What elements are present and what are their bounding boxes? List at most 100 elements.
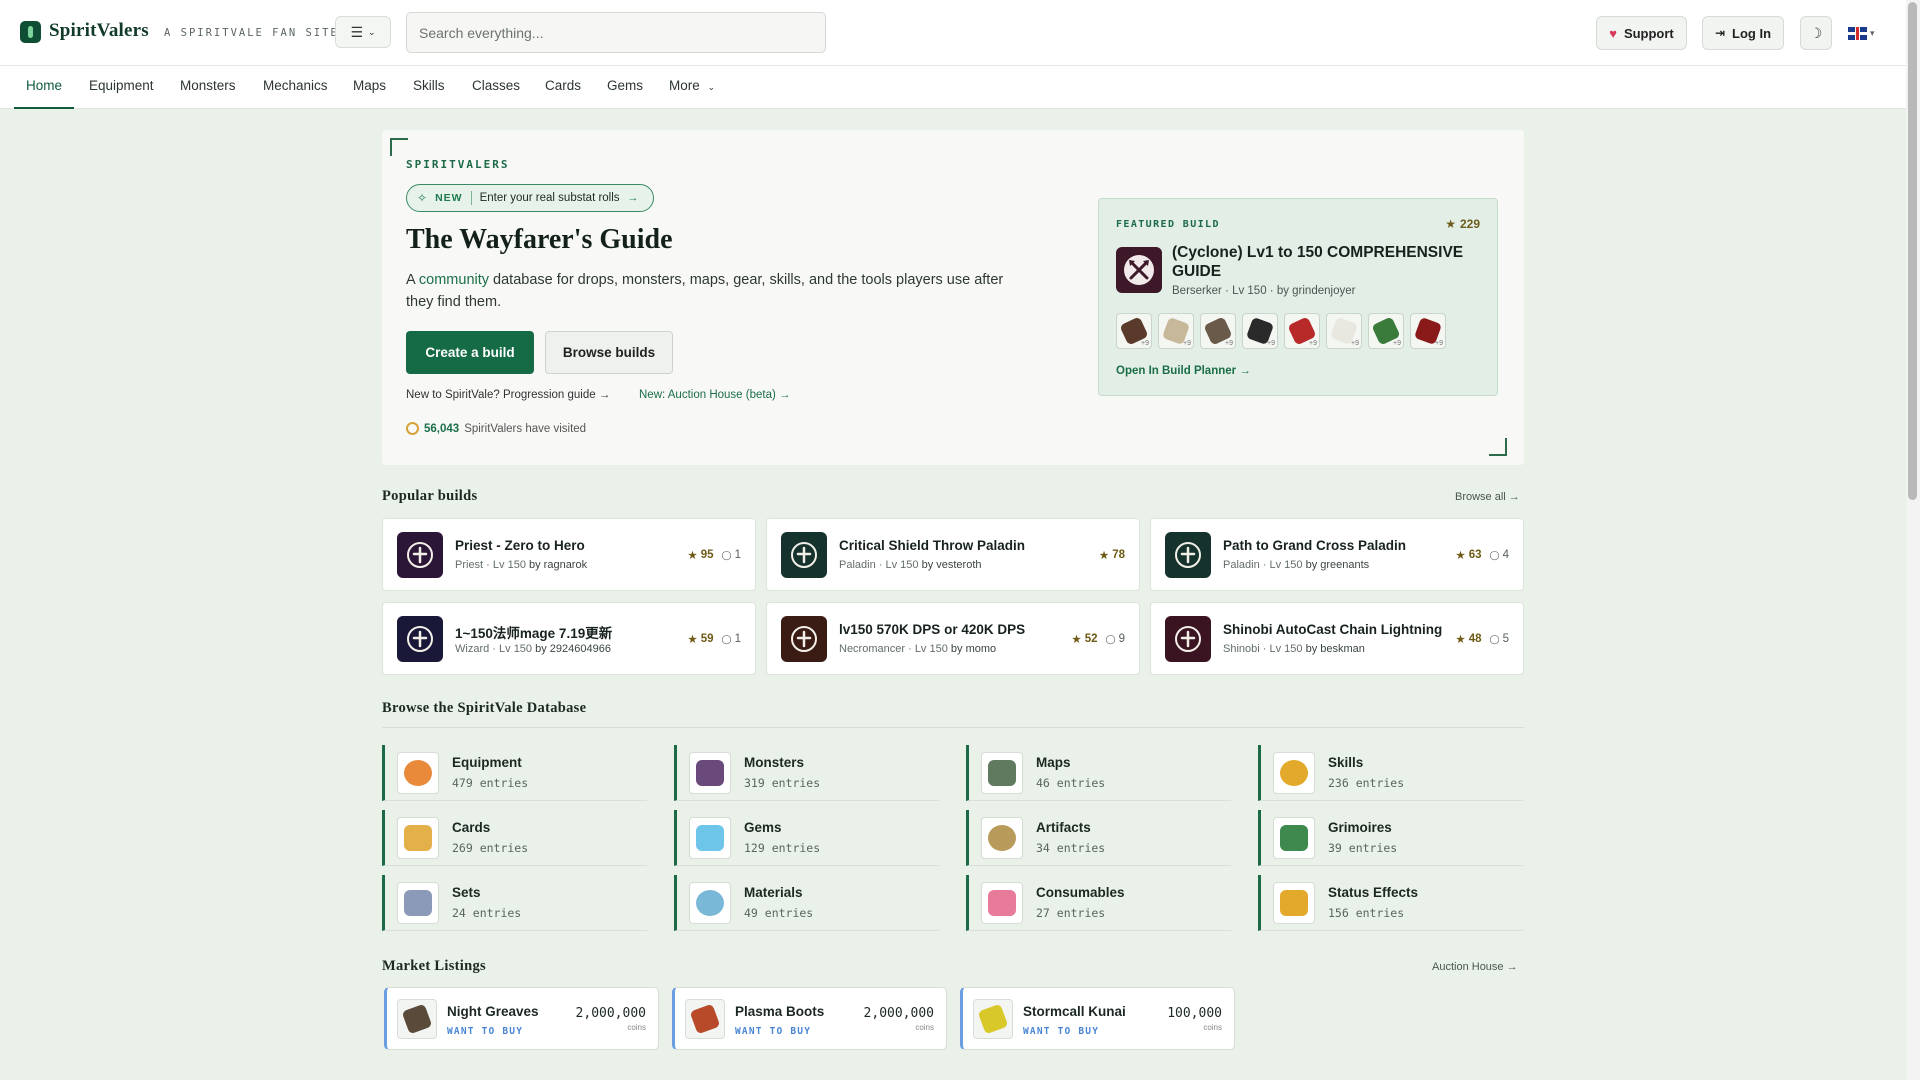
market-listing-card[interactable]: Plasma Boots WANT TO BUY 2,000,000 coins: [672, 987, 947, 1050]
build-author[interactable]: by ragnarok: [529, 559, 587, 571]
greaves-icon: [397, 999, 437, 1039]
build-level: Lv 150: [492, 559, 526, 571]
build-author[interactable]: by 2924604966: [535, 643, 611, 655]
nav-maps[interactable]: Maps: [353, 66, 386, 109]
site-logo-text[interactable]: SpiritValers: [49, 20, 149, 42]
nav-gems[interactable]: Gems: [607, 66, 643, 109]
wand-icon: [397, 616, 443, 662]
build-title[interactable]: Path to Grand Cross Paladin: [1223, 538, 1451, 553]
category-name: Status Effects: [1328, 885, 1419, 900]
build-class: Wizard: [455, 643, 490, 655]
featured-build-meta: Berserker · Lv 150 · by grindenjoyer: [1172, 285, 1356, 297]
nav-cards[interactable]: Cards: [545, 66, 581, 109]
browse-all-link[interactable]: Browse all →: [1455, 491, 1520, 503]
nav-classes[interactable]: Classes: [472, 66, 520, 109]
star-count: 48: [1468, 633, 1482, 645]
gear-slot[interactable]: +9: [1410, 313, 1446, 349]
login-button[interactable]: ⇥ Log In: [1702, 16, 1784, 50]
listing-price-unit: coins: [915, 1023, 934, 1032]
theme-toggle-button[interactable]: ☽: [1800, 16, 1832, 50]
build-author[interactable]: by vesteroth: [922, 559, 982, 571]
database-category-equipment[interactable]: Equipment 479 entries: [382, 745, 647, 801]
gear-slot[interactable]: +9: [1284, 313, 1320, 349]
build-card[interactable]: Shinobi AutoCast Chain Lightning Shinobi …: [1150, 602, 1524, 675]
build-card[interactable]: Priest - Zero to Hero Priest · Lv 150 by …: [382, 518, 756, 591]
category-count: 269 entries: [452, 841, 529, 855]
crossed-blades-icon: [1165, 616, 1211, 662]
nav-mechanics[interactable]: Mechanics: [263, 66, 328, 109]
build-title[interactable]: lv150 570K DPS or 420K DPS: [839, 622, 1067, 637]
database-category-status-effects[interactable]: Status Effects 156 entries: [1258, 875, 1523, 931]
database-category-monsters[interactable]: Monsters 319 entries: [674, 745, 939, 801]
star-icon: ★: [1445, 217, 1456, 231]
gear-slot[interactable]: +9: [1326, 313, 1362, 349]
gem-icon: [689, 817, 731, 859]
browse-builds-button[interactable]: Browse builds: [545, 331, 673, 374]
database-category-grimoires[interactable]: Grimoires 39 entries: [1258, 810, 1523, 866]
gear-slot[interactable]: +9: [1158, 313, 1194, 349]
desc-suffix: database for drops, monsters, maps, gear…: [406, 272, 1004, 310]
build-card[interactable]: Critical Shield Throw Paladin Paladin · L…: [766, 518, 1140, 591]
search-input[interactable]: [406, 12, 826, 53]
database-category-consumables[interactable]: Consumables 27 entries: [966, 875, 1231, 931]
build-author[interactable]: by beskman: [1306, 643, 1365, 655]
hamburger-icon: ☰: [350, 23, 363, 40]
support-button[interactable]: ♥ Support: [1596, 16, 1687, 50]
market-listing-card[interactable]: Night Greaves WANT TO BUY 2,000,000 coins: [384, 987, 659, 1050]
armor-set-icon-shape: [404, 890, 432, 916]
boots-icon: [685, 999, 725, 1039]
gear-slot[interactable]: +9: [1242, 313, 1278, 349]
logo-icon[interactable]: [20, 21, 41, 43]
upgrade-plus-icon: +9: [1225, 340, 1233, 347]
build-title[interactable]: 1~150法师mage 7.19更新: [455, 622, 683, 642]
menu-button[interactable]: ☰ ⌄: [335, 16, 391, 48]
build-author[interactable]: by momo: [951, 643, 996, 655]
build-title[interactable]: Shinobi AutoCast Chain Lightning: [1223, 622, 1451, 637]
database-category-artifacts[interactable]: Artifacts 34 entries: [966, 810, 1231, 866]
auction-house-link[interactable]: New: Auction House (beta) →: [639, 389, 791, 401]
nav-monsters[interactable]: Monsters: [180, 66, 236, 109]
build-card[interactable]: 1~150法师mage 7.19更新 Wizard · Lv 150 by 292…: [382, 602, 756, 675]
build-class: Necromancer: [839, 643, 906, 655]
build-author[interactable]: by greenants: [1306, 559, 1370, 571]
scrollbar-thumb[interactable]: [1908, 2, 1917, 500]
featured-build-title[interactable]: (Cyclone) Lv1 to 150 COMPREHENSIVE GUIDE: [1172, 243, 1482, 281]
comment-count: 9: [1118, 633, 1125, 645]
uk-flag-icon: [1848, 26, 1867, 40]
category-name: Maps: [1036, 755, 1071, 770]
chevron-down-icon: ⌄: [707, 82, 716, 92]
gear-slot[interactable]: +9: [1116, 313, 1152, 349]
database-category-gems[interactable]: Gems 129 entries: [674, 810, 939, 866]
database-category-materials[interactable]: Materials 49 entries: [674, 875, 939, 931]
featured-build-card[interactable]: FEATURED BUILD ★ 229 (Cyclone) Lv1 to 15…: [1098, 198, 1498, 396]
create-build-button[interactable]: Create a build: [406, 331, 534, 374]
build-title[interactable]: Priest - Zero to Hero: [455, 538, 683, 553]
database-category-sets[interactable]: Sets 24 entries: [382, 875, 647, 931]
build-card[interactable]: Path to Grand Cross Paladin Paladin · Lv …: [1150, 518, 1524, 591]
progression-guide-link[interactable]: New to SpiritVale? Progression guide →: [406, 389, 610, 401]
community-link[interactable]: community: [419, 272, 489, 288]
featured-build-gear: +9 +9 +9 +9 +9 +9 +9 +9: [1116, 313, 1446, 349]
database-category-skills[interactable]: Skills 236 entries: [1258, 745, 1523, 801]
gear-slot[interactable]: +9: [1200, 313, 1236, 349]
build-comments: ◯ 4: [1490, 549, 1509, 561]
star-icon: ★: [1455, 634, 1466, 646]
nav-skills[interactable]: Skills: [413, 66, 445, 109]
database-category-maps[interactable]: Maps 46 entries: [966, 745, 1231, 801]
nav-more[interactable]: More ⌄: [669, 66, 715, 109]
category-name: Monsters: [744, 755, 805, 770]
nav-equipment[interactable]: Equipment: [89, 66, 154, 109]
build-stats: ★ 48 ◯ 5: [1455, 632, 1509, 646]
new-feature-pill[interactable]: ✧ NEW Enter your real substat rolls →: [406, 184, 654, 212]
database-divider: [382, 727, 1524, 728]
gear-slot[interactable]: +9: [1368, 313, 1404, 349]
build-card[interactable]: lv150 570K DPS or 420K DPS Necromancer · …: [766, 602, 1140, 675]
nav-home[interactable]: Home: [14, 66, 75, 109]
database-category-cards[interactable]: Cards 269 entries: [382, 810, 647, 866]
auction-house-nav-link[interactable]: Auction House →: [1432, 961, 1518, 973]
market-listing-card[interactable]: Stormcall Kunai WANT TO BUY 100,000 coins: [960, 987, 1235, 1050]
build-title[interactable]: Critical Shield Throw Paladin: [839, 538, 1067, 553]
monster-icon: [689, 752, 731, 794]
open-build-planner-link[interactable]: Open In Build Planner →: [1116, 365, 1251, 377]
language-selector[interactable]: ▾: [1848, 24, 1882, 42]
